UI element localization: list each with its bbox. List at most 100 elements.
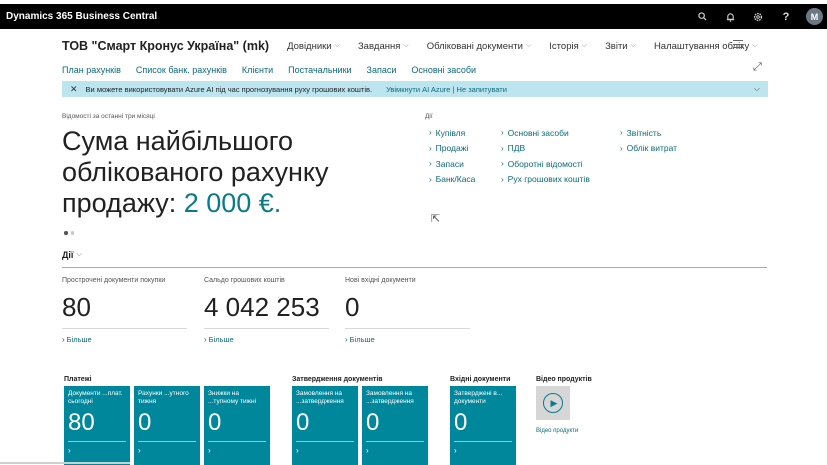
headline-caption: Відомості за останні три місяці [62,113,155,120]
app-bar-icons: ? M [688,4,827,29]
app-bar: Dynamics 365 Business Central ? M [0,4,827,29]
tile-divider [68,441,126,442]
action-bank-cash[interactable]: › Банк/Каса [429,172,475,188]
actions-column-2: › Основні засоби › ПДВ › Оборотні відомості… [501,125,590,187]
link-fixed-assets[interactable]: Основні засоби [411,65,476,75]
chevron-right-icon: › [296,446,299,455]
kpi-new-incoming-docs[interactable]: Нові вхідні документи 0 › Більше [345,276,475,344]
gear-icon[interactable] [744,4,772,29]
kpi-caption: Нові вхідні документи [345,277,416,284]
product-video-label[interactable]: Відео продукти [536,428,578,434]
kpi-value[interactable]: 0 [345,294,475,320]
action-cash-flow[interactable]: › Рух грошових коштів [501,172,590,188]
tile-caption: Рахунки ...утного тижня [138,390,189,405]
tile-caption: Замовлення на ...затвердження [366,390,414,405]
action-reporting[interactable]: › Звітність [620,125,677,141]
chevron-right-icon: › [620,128,623,138]
nav-item-istoriia[interactable]: Історія ⌵ [549,41,587,52]
scrollbar-track[interactable] [0,462,130,464]
app-title[interactable]: Dynamics 365 Business Central [6,11,157,22]
chevron-right-icon: › [454,446,457,455]
bell-icon[interactable] [716,4,744,29]
tile-caption: Документи ...плат. сьогодні [68,390,123,405]
close-icon[interactable]: ✕ [70,84,78,95]
chevron-right-icon: › [204,335,207,344]
kpi-more-link[interactable]: › Більше [204,335,334,344]
chevron-right-icon: › [620,143,623,153]
pager-dot[interactable] [70,231,74,235]
cue-tile-discounts-next-week[interactable]: Знижки на ...тупному тижні 0 › [204,386,270,465]
cue-tile-invoices-next-week[interactable]: Рахунки ...утного тижня 0 › [134,386,200,465]
actions-column-3: › Звітність › Облік витрат [620,125,677,156]
kpi-divider [345,328,470,329]
chevron-right-icon: › [429,143,432,153]
headline[interactable]: Сума найбільшого облікованого рахунку пр… [62,126,392,219]
tile-caption: Затверджені в... документи [454,390,503,405]
chevron-down-icon: ⌵ [525,42,532,49]
notification-message: Ви можете використовувати Azure AI під ч… [85,84,373,94]
group-title-document-approvals: Затвердження документів [292,376,383,383]
cue-tile-approved-incoming[interactable]: Затверджені в... документи 0 › [450,386,516,465]
kpi-cash-balance[interactable]: Сальдо грошових коштів 4 042 253 › Більше [204,276,334,344]
chevron-right-icon: › [429,128,432,138]
search-icon[interactable] [688,4,716,29]
expand-icon[interactable]: ⤢ [753,61,762,74]
action-cost-accounting[interactable]: › Облік витрат [620,141,677,157]
link-vendors[interactable]: Постачальники [288,65,351,75]
quick-links: План рахунків Список банк. рахунків Кліє… [62,63,762,77]
kpi-more-link[interactable]: › Більше [345,335,475,344]
action-inventory[interactable]: › Запаси [429,156,475,172]
tile-value: 0 [208,409,222,436]
kpi-overdue-purchase-docs[interactable]: Прострочені документи покупки 80 › Більше [62,276,192,344]
notification-bar: ✕ Ви можете використовувати Azure AI під… [62,81,768,97]
tile-value: 80 [68,409,95,436]
kpi-value[interactable]: 4 042 253 [204,294,334,320]
action-vat[interactable]: › ПДВ [501,141,590,157]
headline-value: 2 000 €. [183,188,282,218]
help-icon[interactable]: ? [772,4,800,29]
link-bank-accounts[interactable]: Список банк. рахунків [136,65,227,75]
chevron-right-icon: › [138,446,141,455]
chevron-down-icon: ⌵ [752,42,758,49]
mouse-cursor-icon: ⇱ [431,213,441,225]
kpi-more-link[interactable]: › Більше [62,335,192,344]
action-purchase[interactable]: › Купівля [429,125,475,141]
chevron-down-icon: ⌵ [403,42,409,49]
chevron-down-icon[interactable]: ⌵ [754,84,760,94]
actions-menu[interactable]: Дії ⌵ [62,250,82,260]
nav-item-zvity[interactable]: Звіти ⌵ [605,41,636,52]
company-name[interactable]: ТОВ "Смарт Кронус Україна" (mk) [62,39,269,53]
tile-caption: Знижки на ...тупному тижні [208,390,257,405]
cue-tile-approval-2[interactable]: Замовлення на ...затвердження 0 › [362,386,428,465]
action-fixed-assets[interactable]: › Основні засоби [501,125,590,141]
avatar[interactable]: M [806,8,823,25]
action-trial-balance[interactable]: › Оборотні відомості [501,156,590,172]
pager-dot[interactable] [64,231,68,235]
kpi-divider [62,328,187,329]
link-chart-of-accounts[interactable]: План рахунків [62,65,121,75]
product-video-thumbnail[interactable]: ▶ [536,386,570,420]
link-items[interactable]: Запаси [367,65,397,75]
chevron-right-icon: › [501,174,504,184]
notification-actions[interactable]: Увімкнути AI Azure | Не запитувати [386,85,507,94]
nav-item-dovidnyky[interactable]: Довідники ⌵ [287,41,340,52]
tile-caption: Замовлення на ...затвердження [296,390,344,405]
kpi-value[interactable]: 80 [62,294,192,320]
tile-divider [454,441,512,442]
nav-item-zavdannia[interactable]: Завдання ⌵ [358,41,409,52]
cue-tile-payments-today[interactable]: Документи ...плат. сьогодні 80 › [64,386,130,465]
tile-divider [138,441,196,442]
tile-value: 0 [296,409,310,436]
nav-item-oblikovani-dokumenty[interactable]: Обліковані документи ⌵ [427,41,532,52]
headline-pager [64,231,74,235]
cue-tile-approval-1[interactable]: Замовлення на ...затвердження 0 › [292,386,358,465]
action-sales[interactable]: › Продажі [429,141,475,157]
play-icon: ▶ [543,393,563,413]
actions-column-1: › Купівля › Продажі › Запаси › Банк/Каса [429,125,475,187]
chevron-right-icon: › [62,335,65,344]
tile-value: 0 [366,409,380,436]
link-customers[interactable]: Клієнти [242,65,273,75]
menu-icon[interactable] [733,40,743,51]
tile-value: 0 [138,409,152,436]
tile-divider [296,441,354,442]
